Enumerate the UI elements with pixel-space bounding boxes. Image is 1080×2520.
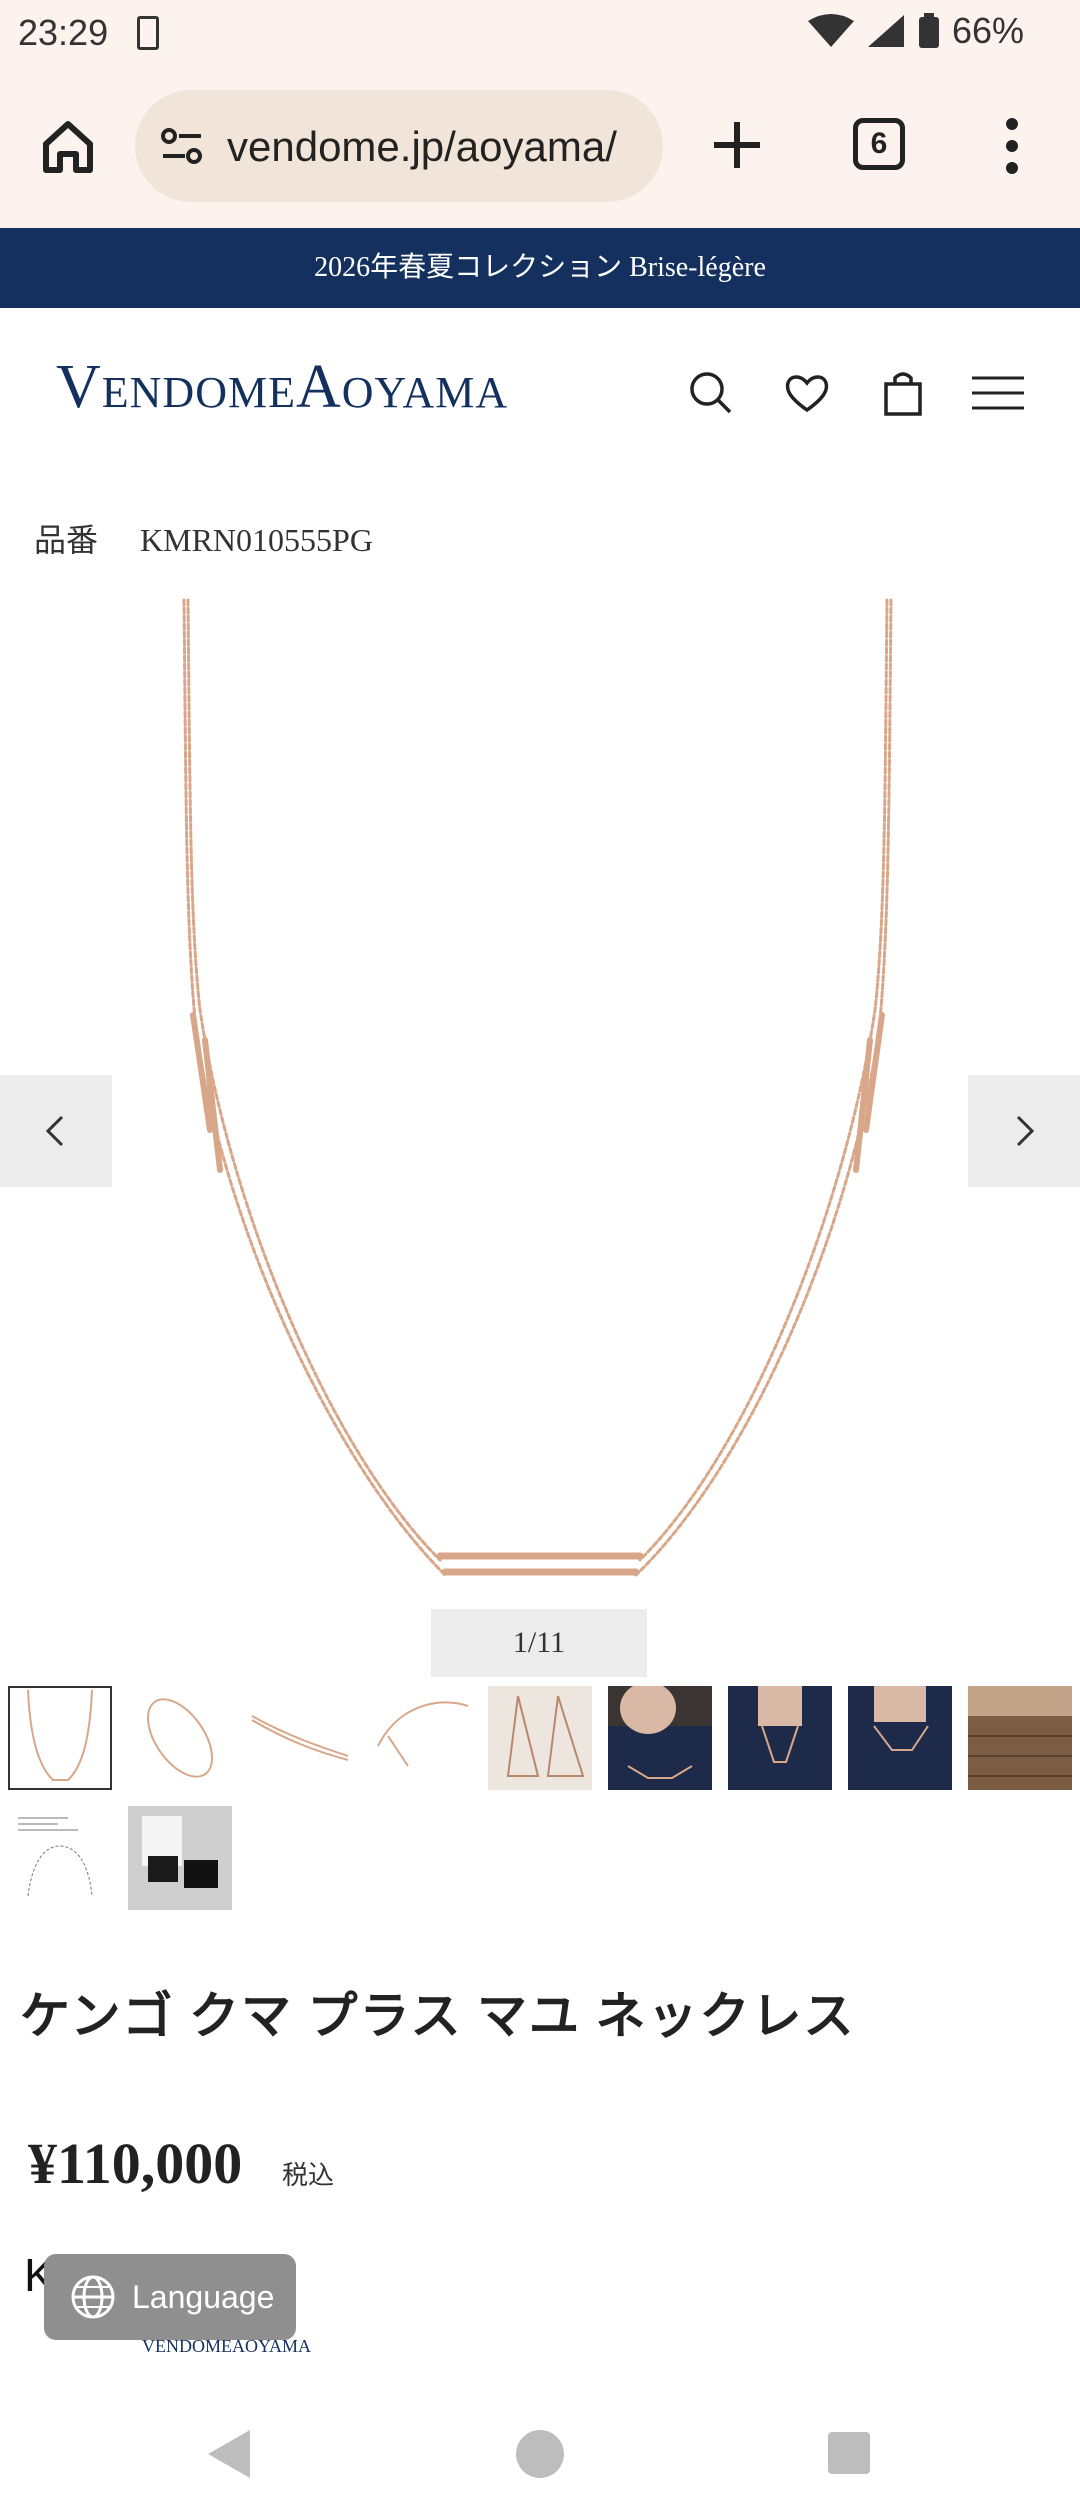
- thumbnail[interactable]: [968, 1686, 1072, 1790]
- thumbnail[interactable]: [488, 1686, 592, 1790]
- thumbnail[interactable]: [128, 1686, 232, 1790]
- back-nav-icon[interactable]: [204, 2428, 252, 2480]
- status-right: 66%: [807, 10, 1024, 52]
- address-bar[interactable]: vendome.jp/aoyama/: [135, 90, 663, 202]
- product-code-label: 品番: [34, 522, 99, 558]
- bag-icon[interactable]: [878, 368, 928, 418]
- language-label: Language: [132, 2278, 275, 2315]
- prev-image-button[interactable]: [0, 1075, 112, 1187]
- more-icon[interactable]: [1000, 116, 1024, 176]
- chevron-left-icon: [45, 1115, 64, 1147]
- battery-icon: [918, 13, 939, 48]
- heart-icon[interactable]: [782, 368, 832, 418]
- plus-icon[interactable]: [712, 120, 762, 170]
- thumbnail[interactable]: [128, 1806, 232, 1910]
- site-settings-icon[interactable]: [159, 124, 205, 170]
- product-price: ¥110,000: [28, 2131, 243, 2196]
- product-code: 品番 KMRN010555PG: [34, 515, 373, 561]
- tax-label: 税込: [282, 2161, 335, 2190]
- thumbnail-image: [147, 1698, 213, 1778]
- language-button[interactable]: Language: [44, 2254, 296, 2340]
- thumbnail-image: [377, 1701, 469, 1767]
- thumbnail-image: [728, 1686, 832, 1790]
- cell-signal-icon: [867, 15, 904, 47]
- wifi-icon: [807, 14, 854, 47]
- thumbnail-image: [848, 1686, 952, 1790]
- url-text: vendome.jp/aoyama/: [227, 123, 617, 170]
- status-bar: 23:29 66%: [0, 0, 1080, 72]
- thumbnail[interactable]: [8, 1686, 112, 1790]
- thumbnail-image: [251, 1715, 349, 1761]
- home-icon[interactable]: [40, 118, 96, 174]
- hamburger-icon[interactable]: [972, 368, 1024, 418]
- mini-logo: VENDOMEAOYAMA: [142, 2336, 311, 2356]
- thumbnail-image: [608, 1686, 712, 1790]
- globe-icon: [71, 2275, 115, 2319]
- thumbnail-image: [27, 1689, 93, 1781]
- image-counter: 1/11: [431, 1609, 647, 1677]
- thumbnail[interactable]: [728, 1686, 832, 1790]
- search-icon[interactable]: [686, 368, 736, 418]
- product-gallery[interactable]: [0, 590, 1080, 1600]
- recents-nav-icon[interactable]: [826, 2430, 872, 2476]
- next-image-button[interactable]: [968, 1075, 1080, 1187]
- thumbnail[interactable]: [8, 1806, 112, 1910]
- thumbnail[interactable]: [248, 1686, 352, 1790]
- home-nav-icon[interactable]: [514, 2428, 566, 2480]
- status-time: 23:29: [18, 12, 109, 53]
- announcement-bar[interactable]: 2026年春夏コレクション Brise-légère: [0, 228, 1080, 308]
- thumbnail-image: [128, 1806, 232, 1910]
- thumbnail[interactable]: [368, 1686, 472, 1790]
- product-main-image: [182, 598, 893, 1577]
- thumbnail-image: [18, 1817, 93, 1897]
- product-code-value: KMRN010555PG: [140, 522, 373, 558]
- chevron-right-icon: [1016, 1115, 1035, 1147]
- tabs-icon[interactable]: 6: [853, 118, 905, 170]
- thumbnail[interactable]: [848, 1686, 952, 1790]
- thumbnail[interactable]: [608, 1686, 712, 1790]
- system-nav-bar: [0, 2410, 1080, 2520]
- site-logo[interactable]: VENDOMEAOYAMA: [56, 352, 508, 423]
- browser-toolbar: vendome.jp/aoyama/ 6: [0, 72, 1080, 228]
- thumbnail-image: [968, 1686, 1072, 1790]
- battery-percent: 66%: [951, 10, 1024, 51]
- product-name: ケンゴ クマ プラス マユ ネックレス: [20, 1988, 856, 2044]
- sim-icon: [137, 16, 159, 50]
- thumbnail-image: [506, 1695, 585, 1777]
